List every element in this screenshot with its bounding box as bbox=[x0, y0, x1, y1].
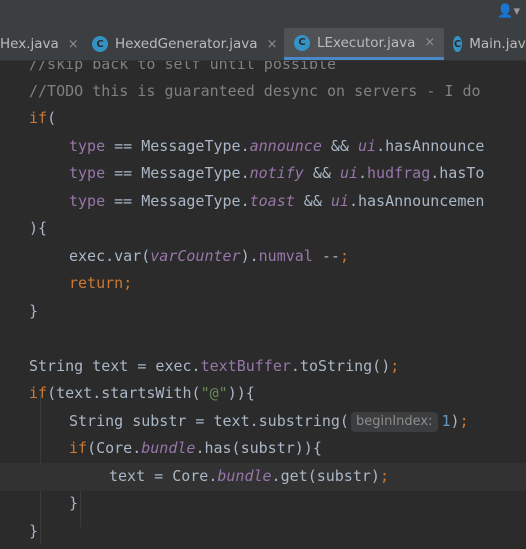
parameter-hint: beginIndex: bbox=[350, 412, 438, 432]
code-line: if(text.startsWith("@")){ bbox=[29, 384, 255, 402]
code-line: type == MessageType.notify && ui.hudfrag… bbox=[69, 164, 485, 182]
ide-window: 👤▾ Hex.java × C HexedGenerator.java × C … bbox=[0, 0, 526, 549]
code-line: if(Core.bundle.has(substr)){ bbox=[69, 439, 322, 457]
tab-label: Hex.java bbox=[0, 36, 59, 52]
chevron-down-icon[interactable]: ▾ bbox=[513, 4, 520, 19]
code-line-current: text = Core.bundle.get(substr); bbox=[0, 463, 526, 491]
code-line: //TODO this is guaranteed desync on serv… bbox=[29, 82, 481, 100]
user-icon[interactable]: 👤▾ bbox=[497, 4, 520, 19]
code-line: } bbox=[29, 522, 39, 540]
code-line: String text = exec.textBuffer.toString()… bbox=[29, 357, 400, 375]
code-line: exec.var(varCounter).numval --; bbox=[69, 247, 349, 265]
tab-lexecutor[interactable]: C LExecutor.java × bbox=[284, 28, 444, 60]
class-icon: C bbox=[453, 36, 463, 52]
code-line: String substr = text.substring(beginInde… bbox=[69, 412, 469, 432]
tab-hex[interactable]: Hex.java × bbox=[0, 28, 84, 60]
tab-hexed-generator[interactable]: C HexedGenerator.java × bbox=[84, 28, 280, 60]
close-icon[interactable]: × bbox=[267, 37, 278, 52]
code-line: //skip back to self until possible bbox=[29, 61, 337, 73]
code-line: type == MessageType.announce && ui.hasAn… bbox=[69, 137, 485, 155]
code-line: type == MessageType.toast && ui.hasAnnou… bbox=[69, 192, 485, 210]
code-line: ){ bbox=[29, 219, 48, 237]
close-icon[interactable]: × bbox=[68, 37, 79, 52]
code-line: return; bbox=[69, 274, 133, 292]
tab-label: LExecutor.java bbox=[317, 34, 416, 51]
class-icon: C bbox=[92, 36, 108, 52]
title-bar: 👤▾ bbox=[0, 0, 526, 28]
tab-label: Main.java bbox=[469, 36, 526, 52]
tab-main[interactable]: C Main.java bbox=[444, 28, 526, 60]
code-editor[interactable]: //skip back to self until possible //TOD… bbox=[0, 61, 526, 549]
code-line: if( bbox=[29, 109, 57, 127]
code-line: } bbox=[29, 302, 39, 320]
code-line: } bbox=[69, 494, 79, 512]
editor-tab-bar: Hex.java × C HexedGenerator.java × C LEx… bbox=[0, 28, 526, 61]
tab-label: HexedGenerator.java bbox=[115, 36, 258, 52]
close-icon[interactable]: × bbox=[424, 35, 435, 50]
class-icon: C bbox=[294, 34, 310, 51]
